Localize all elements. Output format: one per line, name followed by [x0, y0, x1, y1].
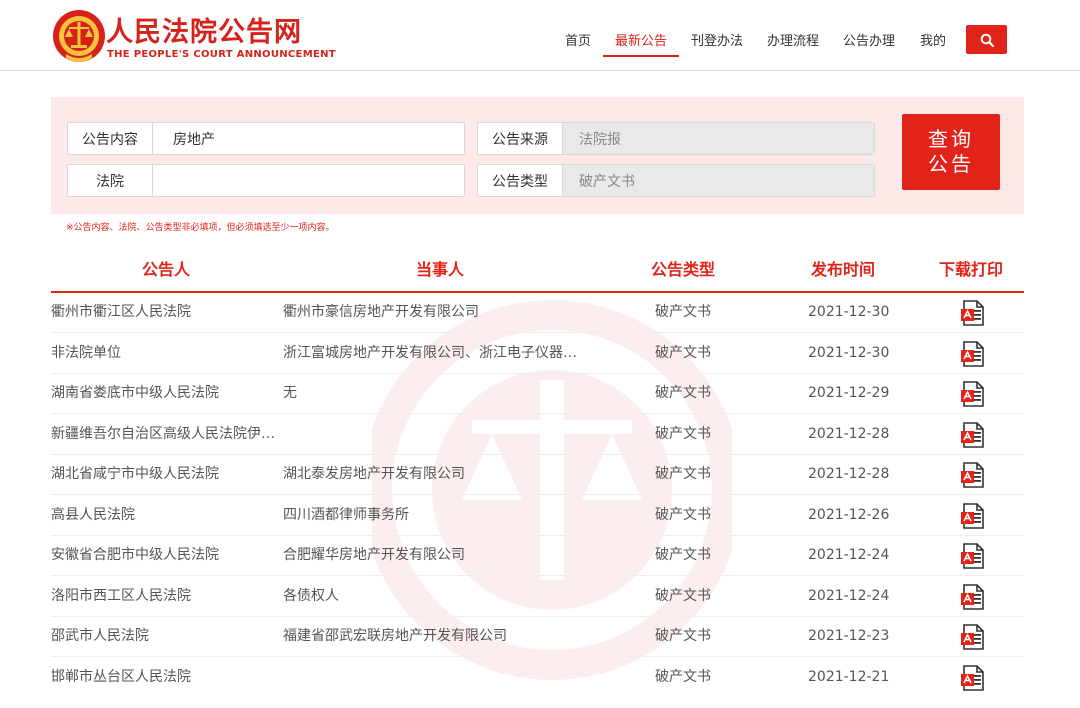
court-input[interactable]: [153, 165, 464, 196]
row-party: 福建省邵武宏联房地产开发有限公司: [283, 628, 507, 644]
table-row: 邵武市人民法院 福建省邵武宏联房地产开发有限公司 破产文书 2021-12-23: [51, 616, 1024, 657]
row-party: 浙江富城房地产开发有限公司、浙江电子仪器…: [283, 345, 577, 361]
row-court[interactable]: 湖南省娄底市中级人民法院: [51, 373, 283, 413]
row-type: 破产文书: [655, 426, 711, 442]
nav-latest[interactable]: 最新公告: [615, 30, 667, 49]
row-party: [283, 414, 589, 454]
pdf-icon[interactable]: [961, 624, 985, 650]
table-row: 湖北省咸宁市中级人民法院 湖北泰发房地产开发有限公司 破产文书 2021-12-…: [51, 454, 1024, 495]
type-field: 公告类型: [477, 164, 875, 197]
type-label: 公告类型: [478, 165, 563, 196]
nav-process[interactable]: 办理流程: [767, 30, 819, 49]
row-date: 2021-12-26: [808, 507, 890, 523]
row-type: 破产文书: [655, 385, 711, 401]
row-court[interactable]: 安徽省合肥市中级人民法院: [51, 535, 283, 575]
row-court[interactable]: 洛阳市西工区人民法院: [51, 576, 283, 616]
content-label: 公告内容: [68, 123, 153, 154]
source-input[interactable]: [563, 123, 874, 154]
nav-mine[interactable]: 我的: [920, 30, 946, 49]
row-type: 破产文书: [655, 507, 711, 523]
row-date: 2021-12-24: [808, 588, 890, 604]
row-party: 衢州市豪信房地产开发有限公司: [283, 304, 479, 320]
row-type: 破产文书: [655, 669, 711, 685]
row-date: 2021-12-29: [808, 385, 890, 401]
row-type: 破产文书: [655, 628, 711, 644]
table-row: 新疆维吾尔自治区高级人民法院伊… 破产文书 2021-12-28: [51, 414, 1024, 455]
col-header-type: 公告类型: [651, 260, 716, 279]
site-header: 人民法院公告网 THE PEOPLE'S COURT ANNOUNCEMENT …: [0, 0, 1080, 71]
nav-active-indicator: [603, 55, 679, 57]
row-court[interactable]: 湖北省咸宁市中级人民法院: [51, 454, 283, 494]
row-court[interactable]: 新疆维吾尔自治区高级人民法院伊…: [51, 414, 283, 454]
table-row: 衢州市衢江区人民法院 衢州市豪信房地产开发有限公司 破产文书 2021-12-3…: [51, 292, 1024, 333]
col-header-party: 当事人: [416, 260, 465, 279]
pdf-icon[interactable]: [961, 300, 985, 326]
pdf-icon[interactable]: [961, 341, 985, 367]
row-date: 2021-12-24: [808, 547, 890, 563]
table-row: 安徽省合肥市中级人民法院 合肥耀华房地产开发有限公司 破产文书 2021-12-…: [51, 535, 1024, 576]
pdf-icon[interactable]: [961, 543, 985, 569]
brand-title[interactable]: 人民法院公告网: [106, 10, 302, 49]
col-header-announcer: 公告人: [142, 260, 191, 279]
nav-publish-method[interactable]: 刊登办法: [691, 30, 743, 49]
pdf-icon[interactable]: [961, 381, 985, 407]
query-label-line1: 查询: [928, 127, 974, 151]
nav-handle[interactable]: 公告办理: [843, 30, 895, 49]
row-party: 湖北泰发房地产开发有限公司: [283, 466, 465, 482]
content-input[interactable]: [153, 123, 464, 154]
source-label: 公告来源: [478, 123, 563, 154]
pdf-icon[interactable]: [961, 584, 985, 610]
table-row: 非法院单位 浙江富城房地产开发有限公司、浙江电子仪器… 破产文书 2021-12…: [51, 333, 1024, 374]
row-party: [283, 657, 589, 697]
row-court[interactable]: 高县人民法院: [51, 495, 283, 535]
row-type: 破产文书: [655, 304, 711, 320]
row-court[interactable]: 非法院单位: [51, 333, 283, 373]
court-field: 法院: [67, 164, 465, 197]
row-type: 破产文书: [655, 588, 711, 604]
type-input[interactable]: [563, 165, 874, 196]
query-label-line2: 公告: [928, 152, 974, 176]
row-court[interactable]: 邵武市人民法院: [51, 616, 283, 656]
court-emblem-icon[interactable]: [52, 8, 106, 64]
row-court[interactable]: 邯郸市丛台区人民法院: [51, 657, 283, 697]
nav-home[interactable]: 首页: [565, 30, 591, 49]
row-date: 2021-12-30: [808, 304, 890, 320]
search-icon: [980, 33, 994, 47]
brand-subtitle: THE PEOPLE'S COURT ANNOUNCEMENT: [107, 49, 336, 60]
row-party: 合肥耀华房地产开发有限公司: [283, 547, 465, 563]
pdf-icon[interactable]: [961, 665, 985, 691]
row-court[interactable]: 衢州市衢江区人民法院: [51, 292, 283, 332]
row-party: 各债权人: [283, 588, 339, 604]
col-header-download: 下载打印: [939, 260, 1004, 279]
row-date: 2021-12-28: [808, 426, 890, 442]
row-type: 破产文书: [655, 547, 711, 563]
header-search-button[interactable]: [966, 25, 1007, 54]
row-type: 破产文书: [655, 466, 711, 482]
pdf-icon[interactable]: [961, 462, 985, 488]
pdf-icon[interactable]: [961, 422, 985, 448]
table-row: 邯郸市丛台区人民法院 破产文书 2021-12-21: [51, 657, 1024, 698]
search-tip: ※公告内容、法院、公告类型非必填项，但必须填选至少一项内容。: [66, 223, 335, 233]
row-date: 2021-12-23: [808, 628, 890, 644]
table-row: 洛阳市西工区人民法院 各债权人 破产文书 2021-12-24: [51, 576, 1024, 617]
row-date: 2021-12-30: [808, 345, 890, 361]
content-field: 公告内容: [67, 122, 465, 155]
table-row: 湖南省娄底市中级人民法院 无 破产文书 2021-12-29: [51, 373, 1024, 414]
source-field: 公告来源: [477, 122, 875, 155]
court-label: 法院: [68, 165, 153, 196]
row-party: 四川酒都律师事务所: [283, 507, 409, 523]
col-header-date: 发布时间: [811, 260, 876, 279]
row-type: 破产文书: [655, 345, 711, 361]
row-party: 无: [283, 385, 297, 401]
row-date: 2021-12-21: [808, 669, 890, 685]
row-date: 2021-12-28: [808, 466, 890, 482]
query-button[interactable]: 查询 公告: [902, 114, 1000, 190]
pdf-icon[interactable]: [961, 503, 985, 529]
table-row: 高县人民法院 四川酒都律师事务所 破产文书 2021-12-26: [51, 495, 1024, 536]
